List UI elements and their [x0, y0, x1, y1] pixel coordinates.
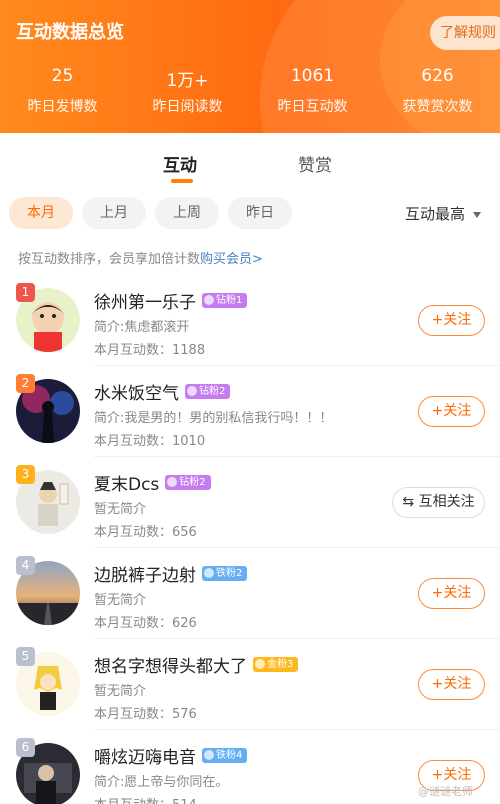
- follow-button[interactable]: +关注: [418, 305, 485, 336]
- fan-badge-label: 钻粉2: [199, 385, 226, 397]
- follow-button[interactable]: +关注: [418, 578, 485, 609]
- tab-appreciation[interactable]: 赞赏: [298, 151, 332, 176]
- header: 互动数据总览 了解规则 25 昨日发博数 1万+ 昨日阅读数 1061 昨日互动…: [0, 0, 500, 133]
- fan-badge: 钻粉2: [165, 474, 211, 490]
- name-row: 徐州第一乐子 钻粉1: [94, 288, 248, 313]
- list-item[interactable]: 4 边脱裤子边射 铁粉2 暂无简介 本月互动数：626 +关注: [0, 548, 500, 639]
- name-row: 边脱裤子边射 铁粉2: [94, 561, 248, 586]
- stat-value: 1061: [290, 66, 335, 86]
- name-row: 嚼炫迈嗨电音 铁粉4: [94, 743, 248, 768]
- stat-value: 626: [421, 66, 454, 86]
- list-item[interactable]: 3 夏末Dcs 钻粉2 暂无简介 本月互动数：656 ⇆ 互相关注: [0, 457, 500, 548]
- interaction-count: 本月互动数：656: [94, 525, 197, 540]
- active-tab-indicator: [171, 179, 193, 183]
- stat-label: 昨日互动数: [277, 99, 348, 115]
- stat-interactions: 1061 昨日互动数: [250, 66, 375, 116]
- stat-tips: 626 获赞赏次数: [375, 66, 500, 116]
- fan-badge-label: 铁粉2: [216, 567, 243, 579]
- user-name[interactable]: 夏末Dcs: [94, 470, 159, 495]
- name-row: 夏末Dcs 钻粉2: [94, 470, 211, 495]
- mutual-follow-button[interactable]: ⇆ 互相关注: [392, 487, 485, 518]
- user-bio: 暂无简介: [94, 684, 147, 699]
- user-bio: 暂无简介: [94, 593, 147, 608]
- tab-bar: 互动 赞赏: [0, 133, 500, 191]
- sort-dropdown[interactable]: 互动最高: [405, 203, 482, 224]
- fan-badge: 金粉3: [253, 656, 299, 672]
- rank-badge: 2: [16, 374, 35, 393]
- fan-badge: 铁粉4: [202, 747, 248, 763]
- name-row: 水米饭空气 钻粉2: [94, 379, 231, 404]
- diamond-icon: [204, 567, 214, 578]
- stat-reads: 1万+ 昨日阅读数: [125, 66, 250, 116]
- stats-row: 25 昨日发博数 1万+ 昨日阅读数 1061 昨日互动数 626 获赞赏次数: [0, 66, 500, 116]
- filter-last-month[interactable]: 上月: [82, 197, 146, 229]
- interaction-count: 本月互动数：1188: [94, 343, 206, 358]
- fan-badge-label: 铁粉4: [216, 749, 243, 761]
- rank-badge: 3: [16, 465, 35, 484]
- user-name[interactable]: 想名字想得头都大了: [94, 652, 247, 677]
- fan-badge-label: 钻粉2: [179, 476, 206, 488]
- interaction-count: 本月互动数：1010: [94, 434, 206, 449]
- crown-icon: [204, 749, 214, 760]
- crown-icon: [255, 658, 265, 669]
- interaction-count: 本月互动数：626: [94, 616, 197, 631]
- filter-this-month[interactable]: 本月: [9, 197, 73, 229]
- stat-value: 1万+: [166, 71, 209, 91]
- fan-list: 1 徐州第一乐子 钻粉1 简介:焦虑都滚开 本月互动数：1188 +关注 2 水…: [0, 275, 500, 804]
- page-title: 互动数据总览: [16, 22, 124, 43]
- list-item[interactable]: 5 想名字想得头都大了 金粉3 暂无简介 本月互动数：576 +关注: [0, 639, 500, 730]
- fan-badge: 钻粉1: [202, 292, 248, 308]
- user-bio: 简介:愿上帝与你同在。: [94, 775, 229, 790]
- buy-membership-link[interactable]: 购买会员>: [200, 252, 263, 267]
- fan-badge: 铁粉2: [202, 565, 248, 581]
- filter-last-week[interactable]: 上周: [155, 197, 219, 229]
- rank-badge: 4: [16, 556, 35, 575]
- note-text: 按互动数排序，会员享加倍计数: [18, 252, 201, 267]
- user-name[interactable]: 水米饭空气: [94, 379, 179, 404]
- filter-yesterday[interactable]: 昨日: [228, 197, 292, 229]
- rank-badge: 5: [16, 647, 35, 666]
- user-bio: 简介:焦虑都滚开: [94, 320, 190, 335]
- stat-value: 25: [51, 66, 74, 86]
- tab-interaction[interactable]: 互动: [163, 151, 197, 176]
- stat-label: 昨日阅读数: [152, 99, 223, 115]
- fan-badge-label: 钻粉1: [216, 294, 243, 306]
- diamond-icon: [187, 385, 197, 396]
- list-item[interactable]: 1 徐州第一乐子 钻粉1 简介:焦虑都滚开 本月互动数：1188 +关注: [0, 275, 500, 366]
- stat-posts: 25 昨日发博数: [0, 66, 125, 116]
- rank-badge: 1: [16, 283, 35, 302]
- rank-badge: 6: [16, 738, 35, 757]
- watermark: @谜谜老师: [418, 785, 473, 798]
- stat-label: 昨日发博数: [27, 99, 98, 115]
- interaction-count: 本月互动数：576: [94, 707, 197, 722]
- chevron-down-icon: [473, 211, 482, 218]
- diamond-icon: [167, 476, 178, 487]
- user-bio: 暂无简介: [94, 502, 147, 517]
- list-item[interactable]: 2 水米饭空气 钻粉2 简介:我是男的！男的别私信我行吗！！！ 本月互动数：10…: [0, 366, 500, 457]
- rules-button[interactable]: 了解规则: [430, 16, 500, 50]
- interaction-count: 本月互动数：514: [94, 794, 197, 804]
- user-name[interactable]: 嚼炫迈嗨电音: [94, 743, 196, 768]
- filter-bar: 本月 上月 上周 昨日 互动最高: [0, 191, 500, 231]
- fan-badge: 钻粉2: [185, 383, 231, 399]
- fan-badge-label: 金粉3: [267, 658, 294, 670]
- sort-note: 按互动数排序，会员享加倍计数购买会员>: [0, 231, 500, 275]
- user-name[interactable]: 边脱裤子边射: [94, 561, 196, 586]
- follow-button[interactable]: +关注: [418, 396, 485, 427]
- name-row: 想名字想得头都大了 金粉3: [94, 652, 299, 677]
- stat-label: 获赞赏次数: [402, 99, 473, 115]
- user-bio: 简介:我是男的！男的别私信我行吗！！！: [94, 411, 333, 426]
- sort-label: 互动最高: [405, 205, 466, 223]
- follow-button[interactable]: +关注: [418, 669, 485, 700]
- user-name[interactable]: 徐州第一乐子: [94, 288, 196, 313]
- crown-icon: [204, 294, 214, 305]
